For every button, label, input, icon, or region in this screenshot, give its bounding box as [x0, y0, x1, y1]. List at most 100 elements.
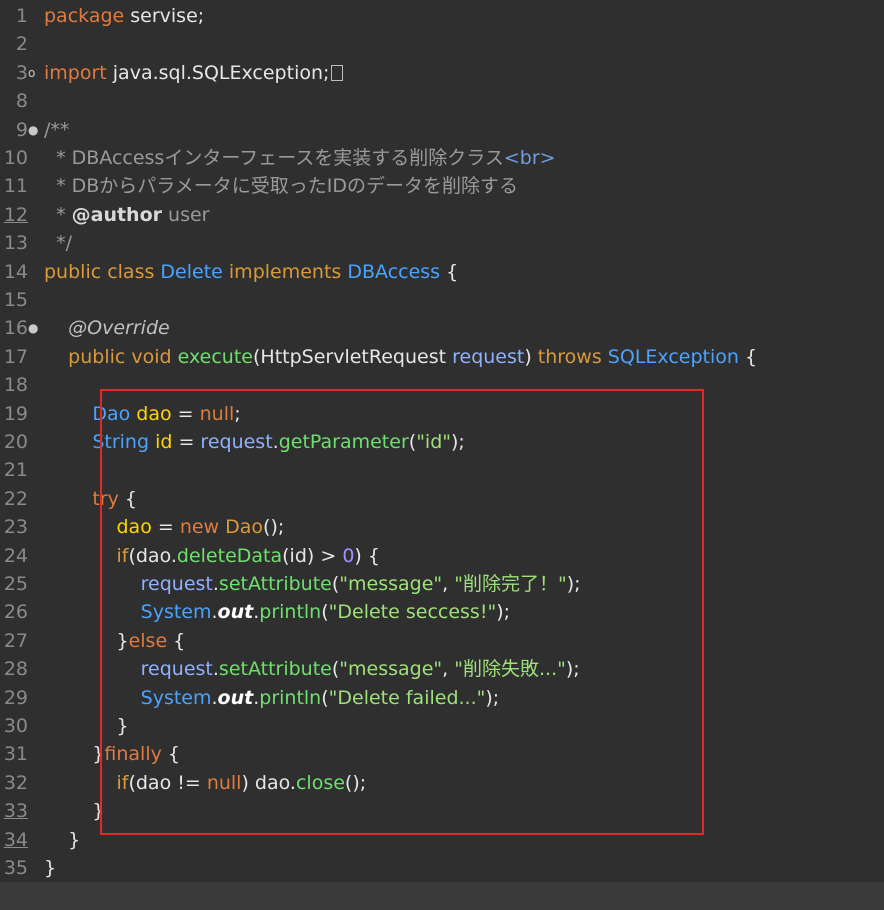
code-token: SQLException	[607, 345, 739, 368]
code-token: @author	[71, 203, 163, 226]
code-token: request	[452, 345, 525, 368]
code-token: servise;	[124, 5, 205, 27]
code-text[interactable]: * DBからパラメータに受取ったIDのデータを削除する	[44, 172, 518, 200]
line-number: 23	[3, 516, 28, 539]
code-token: * DBからパラメータに受取ったIDのデータを削除する	[44, 175, 518, 198]
code-line[interactable]: 2	[0, 30, 884, 58]
line-number: 11	[3, 175, 28, 198]
code-token: }	[44, 800, 105, 823]
code-line[interactable]: 10 * DBAccessインターフェースを実装する削除クラス<br>	[0, 144, 884, 172]
fold-marker-icon[interactable]: ●	[28, 314, 40, 342]
code-token: }	[44, 743, 105, 766]
code-text[interactable]: }	[44, 797, 104, 825]
code-token: java.sql.SQLException;	[106, 61, 330, 84]
code-token: {	[440, 260, 459, 283]
code-token: */	[44, 232, 72, 255]
line-number: 26	[3, 601, 28, 624]
code-text[interactable]: * DBAccessインターフェースを実装する削除クラス<br>	[44, 144, 556, 172]
line-number: 25	[3, 573, 28, 595]
code-token: {	[738, 345, 758, 368]
code-token: HttpServletRequest	[260, 345, 447, 368]
code-token: Delete	[160, 260, 223, 283]
line-number: 13	[3, 232, 28, 255]
line-number: 24	[3, 544, 28, 567]
code-token: DBAccess	[347, 260, 441, 283]
line-number: 27	[3, 629, 28, 652]
fold-marker-icon[interactable]: o	[28, 59, 40, 87]
code-text[interactable]: import java.sql.SQLException;	[44, 59, 344, 87]
code-line[interactable]: 8	[0, 87, 884, 115]
code-token: execute	[177, 345, 253, 368]
code-text[interactable]: package servise;	[44, 2, 204, 30]
code-line[interactable]: 13 */	[0, 229, 884, 257]
code-text[interactable]: @Override	[44, 314, 170, 342]
code-text[interactable]: public void execute(HttpServletRequest r…	[44, 343, 757, 371]
line-number: 9	[15, 118, 28, 141]
line-number: 2	[15, 33, 28, 56]
line-number: 35	[3, 857, 28, 879]
line-number: 10	[3, 147, 28, 169]
code-text[interactable]: */	[44, 229, 72, 257]
fold-marker-icon[interactable]: ●	[28, 116, 40, 144]
code-text[interactable]: }	[44, 854, 56, 882]
line-number: 18	[3, 374, 28, 397]
code-line[interactable]: 12 * @author user	[0, 201, 884, 229]
line-number: 15	[3, 289, 28, 311]
code-token: * DBAccessインターフェースを実装する削除クラス	[44, 147, 504, 169]
line-number: 3	[15, 61, 28, 84]
code-text[interactable]: }	[44, 826, 80, 854]
code-token: @Override	[68, 317, 170, 340]
code-token: user	[162, 203, 210, 226]
code-line[interactable]: 17 public void execute(HttpServletReques…	[0, 343, 884, 371]
code-token: import	[44, 61, 107, 84]
code-line[interactable]: 1 package servise;	[0, 2, 884, 30]
code-text[interactable]: * @author user	[44, 201, 210, 229]
code-line[interactable]: 3 o import java.sql.SQLException;	[0, 59, 884, 87]
line-number: 12	[3, 203, 28, 226]
code-token: package	[44, 5, 125, 27]
code-editor[interactable]: 1 package servise; 2 3 o import java.sql.SQLE…	[0, 0, 884, 910]
code-text[interactable]: public class Delete implements DBAccess …	[44, 258, 458, 286]
line-number: 30	[3, 715, 28, 737]
code-token: /**	[44, 118, 70, 141]
line-number: 33	[3, 800, 28, 823]
code-token: public class	[44, 260, 155, 283]
line-number: 8	[15, 90, 28, 113]
code-token: }	[44, 857, 57, 879]
code-line[interactable]: 35}	[0, 854, 884, 882]
line-number: 21	[3, 459, 28, 482]
code-token: }	[44, 828, 81, 851]
code-line[interactable]: 15	[0, 286, 884, 314]
line-number: 28	[3, 658, 28, 681]
line-number: 32	[3, 771, 28, 794]
code-token: throws	[537, 345, 602, 368]
line-number: 20	[3, 431, 28, 453]
line-number: 34	[3, 828, 28, 851]
code-line[interactable]: 16 ● @Override	[0, 314, 884, 342]
collapsed-imports-icon[interactable]	[331, 64, 344, 81]
line-number: 1	[15, 5, 28, 27]
code-line[interactable]: 9 ●/**	[0, 116, 884, 144]
code-line[interactable]: 11 * DBからパラメータに受取ったIDのデータを削除する	[0, 172, 884, 200]
line-number: 31	[3, 743, 28, 766]
line-number: 19	[3, 402, 28, 425]
line-number: 22	[3, 487, 28, 510]
highlight-box	[100, 389, 704, 835]
code-token: *	[44, 203, 72, 226]
line-number: 16	[3, 317, 28, 340]
code-line[interactable]: 14 public class Delete implements DBAcces…	[0, 258, 884, 286]
code-text[interactable]: /**	[44, 116, 69, 144]
line-number: 17	[3, 345, 28, 368]
code-token: implements	[228, 260, 342, 283]
line-number: 14	[3, 260, 28, 283]
current-line-highlight	[0, 882, 884, 910]
code-token: )	[524, 345, 538, 368]
code-token: <br>	[503, 147, 556, 169]
code-token: public void	[68, 345, 172, 368]
line-number: 29	[3, 686, 28, 709]
